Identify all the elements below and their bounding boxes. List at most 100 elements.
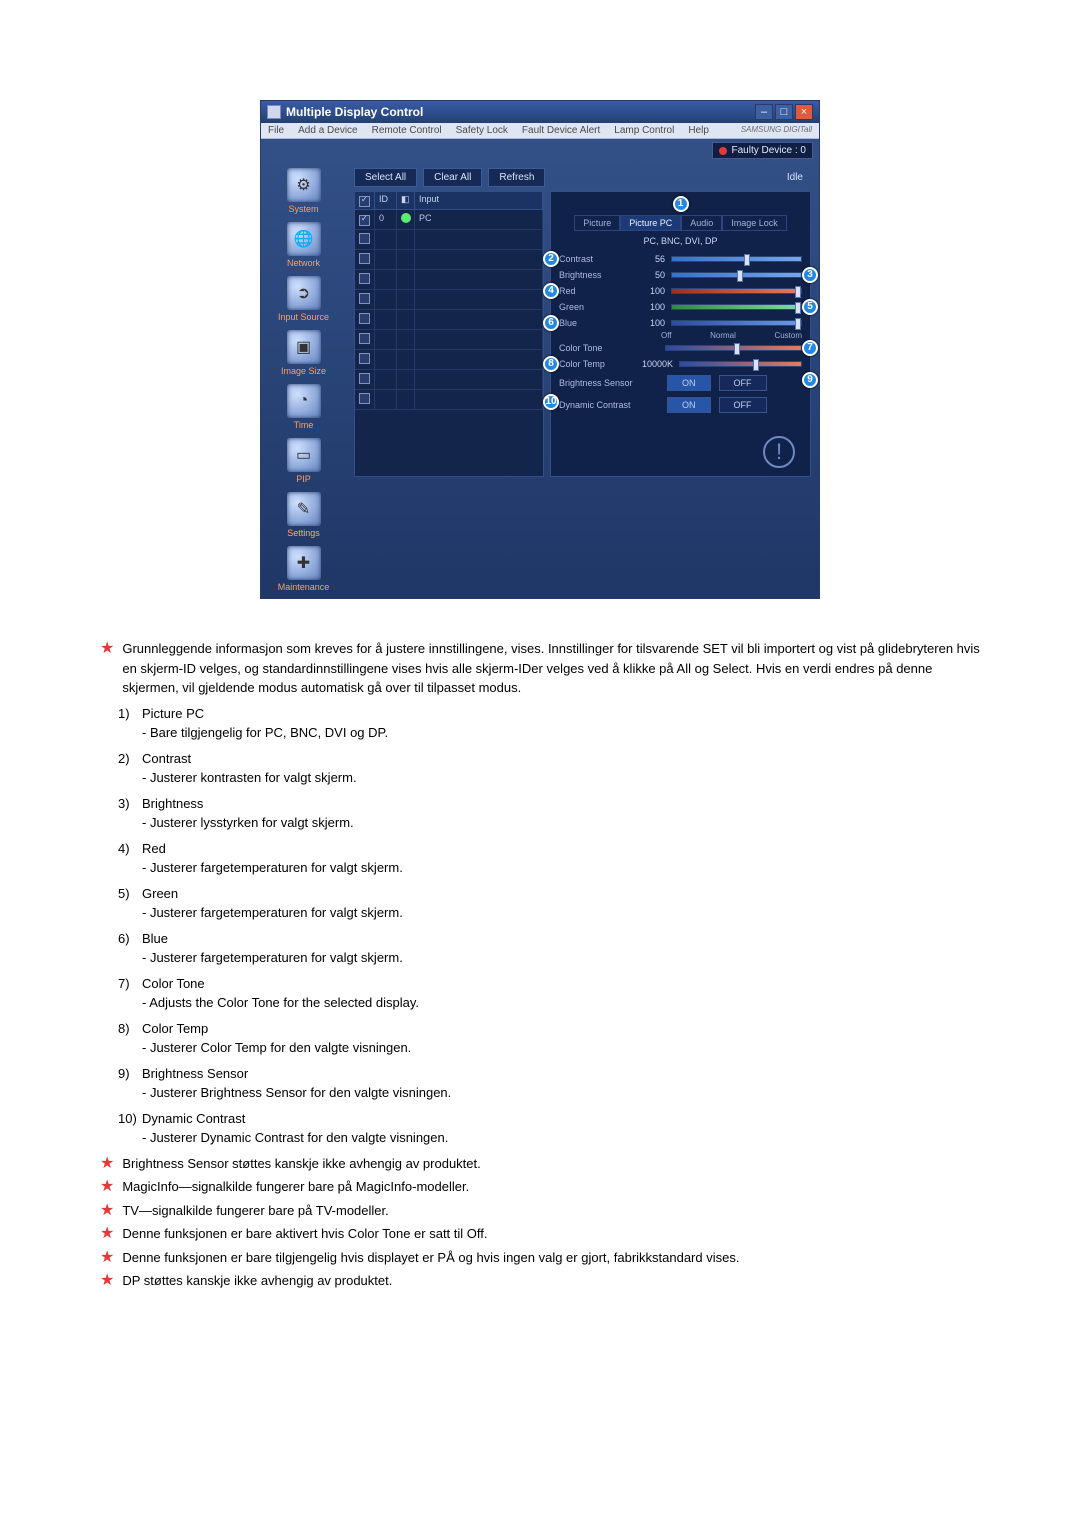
- sidebar-item-maintenance[interactable]: ✚Maintenance: [263, 546, 344, 592]
- image-size-icon: ▣: [287, 330, 321, 364]
- menu-lamp-control[interactable]: Lamp Control: [607, 123, 681, 138]
- callout-4: 4: [543, 283, 559, 299]
- contrast-label: Contrast: [559, 254, 627, 264]
- callout-10: 10: [543, 394, 559, 410]
- header-checkbox[interactable]: [359, 196, 370, 207]
- note-text: DP støttes kanskje ikke avhengig av prod…: [122, 1271, 392, 1291]
- sidebar-item-input-source[interactable]: ➲Input Source: [263, 276, 344, 322]
- row-checkbox[interactable]: [359, 273, 370, 284]
- status-led-icon: [401, 213, 411, 223]
- menu-help[interactable]: Help: [681, 123, 716, 138]
- tab-picture[interactable]: Picture: [574, 215, 620, 231]
- maintenance-icon: ✚: [287, 546, 321, 580]
- brightness-sensor-label: Brightness Sensor: [559, 378, 659, 388]
- green-value: 100: [633, 302, 665, 312]
- refresh-button[interactable]: Refresh: [488, 168, 545, 187]
- table-row[interactable]: [355, 390, 543, 410]
- minimize-button[interactable]: –: [755, 104, 773, 120]
- brightness-sensor-off-button[interactable]: OFF: [719, 375, 767, 391]
- menu-fault-alert[interactable]: Fault Device Alert: [515, 123, 607, 138]
- row-checkbox[interactable]: [359, 333, 370, 344]
- menu-file[interactable]: File: [261, 123, 291, 138]
- star-icon: ★: [100, 1248, 114, 1268]
- dynamic-contrast-on-button[interactable]: ON: [667, 397, 711, 413]
- menu-safety-lock[interactable]: Safety Lock: [449, 123, 515, 138]
- callout-1: 1: [673, 196, 689, 212]
- dynamic-contrast-off-button[interactable]: OFF: [719, 397, 767, 413]
- blue-slider[interactable]: [671, 320, 802, 326]
- tab-image-lock[interactable]: Image Lock: [722, 215, 787, 231]
- star-icon: ★: [100, 1154, 114, 1174]
- table-row[interactable]: [355, 330, 543, 350]
- brand-label: SAMSUNG DIGITall: [734, 123, 819, 138]
- sidebar-item-time[interactable]: ◔Time: [263, 384, 344, 430]
- table-row[interactable]: [355, 250, 543, 270]
- col-input: Input: [415, 192, 543, 209]
- table-row[interactable]: [355, 270, 543, 290]
- sidebar-item-system[interactable]: ⚙System: [263, 168, 344, 214]
- brightness-sensor-on-button[interactable]: ON: [667, 375, 711, 391]
- table-row[interactable]: [355, 230, 543, 250]
- color-temp-slider[interactable]: [679, 361, 802, 367]
- note-text: Denne funksjonen er bare tilgjengelig hv…: [122, 1248, 739, 1268]
- app-window: Multiple Display Control – □ × File Add …: [260, 100, 820, 599]
- network-icon: 🌐: [287, 222, 321, 256]
- callout-5: 5: [802, 299, 818, 315]
- col-status-icon: ◧: [397, 192, 415, 209]
- maximize-button[interactable]: □: [775, 104, 793, 120]
- row-checkbox[interactable]: [359, 293, 370, 304]
- callout-2: 2: [543, 251, 559, 267]
- table-row[interactable]: [355, 350, 543, 370]
- sidebar-item-settings[interactable]: ✎Settings: [263, 492, 344, 538]
- dynamic-contrast-label: Dynamic Contrast: [559, 400, 659, 410]
- brightness-value: 50: [633, 270, 665, 280]
- device-table: ID ◧ Input 0 PC: [354, 191, 544, 477]
- table-row[interactable]: [355, 310, 543, 330]
- sidebar-item-pip[interactable]: ▭PIP: [263, 438, 344, 484]
- sidebar-item-image-size[interactable]: ▣Image Size: [263, 330, 344, 376]
- pip-icon: ▭: [287, 438, 321, 472]
- menu-bar: File Add a Device Remote Control Safety …: [261, 123, 819, 139]
- red-value: 100: [633, 286, 665, 296]
- contrast-slider[interactable]: [671, 256, 802, 262]
- table-row[interactable]: 0 PC: [355, 210, 543, 230]
- clear-all-button[interactable]: Clear All: [423, 168, 482, 187]
- star-icon: ★: [100, 1177, 114, 1197]
- settings-panel: 1 Picture Picture PC Audio Image Lock PC…: [550, 191, 811, 477]
- select-all-button[interactable]: Select All: [354, 168, 417, 187]
- fault-label: Faulty Device : 0: [732, 145, 806, 156]
- row-checkbox[interactable]: [359, 215, 370, 226]
- row-checkbox[interactable]: [359, 233, 370, 244]
- callout-3: 3: [802, 267, 818, 283]
- red-slider[interactable]: [671, 288, 802, 294]
- green-slider[interactable]: [671, 304, 802, 310]
- color-temp-value: 10000K: [633, 359, 673, 369]
- note-text: MagicInfo—signalkilde fungerer bare på M…: [122, 1177, 469, 1197]
- green-label: Green: [559, 302, 627, 312]
- row-checkbox[interactable]: [359, 393, 370, 404]
- close-button[interactable]: ×: [795, 104, 813, 120]
- time-icon: ◔: [287, 384, 321, 418]
- contrast-value: 56: [633, 254, 665, 264]
- row-checkbox[interactable]: [359, 373, 370, 384]
- row-checkbox[interactable]: [359, 253, 370, 264]
- sidebar: ⚙System 🌐Network ➲Input Source ▣Image Si…: [261, 162, 346, 598]
- intro-text: Grunnleggende informasjon som kreves for…: [122, 639, 980, 698]
- row-checkbox[interactable]: [359, 353, 370, 364]
- callout-7: 7: [802, 340, 818, 356]
- table-row[interactable]: [355, 370, 543, 390]
- row-checkbox[interactable]: [359, 313, 370, 324]
- menu-remote-control[interactable]: Remote Control: [365, 123, 449, 138]
- table-row[interactable]: [355, 290, 543, 310]
- color-tone-label: Color Tone: [559, 343, 659, 353]
- tab-audio[interactable]: Audio: [681, 215, 722, 231]
- system-icon: ⚙: [287, 168, 321, 202]
- title-bar: Multiple Display Control – □ ×: [261, 101, 819, 123]
- brightness-slider[interactable]: [671, 272, 802, 278]
- color-tone-slider[interactable]: [665, 345, 802, 351]
- menu-add-device[interactable]: Add a Device: [291, 123, 364, 138]
- sidebar-item-network[interactable]: 🌐Network: [263, 222, 344, 268]
- col-id: ID: [375, 192, 397, 209]
- idle-label: Idle: [787, 172, 811, 183]
- tab-picture-pc[interactable]: Picture PC: [620, 215, 681, 231]
